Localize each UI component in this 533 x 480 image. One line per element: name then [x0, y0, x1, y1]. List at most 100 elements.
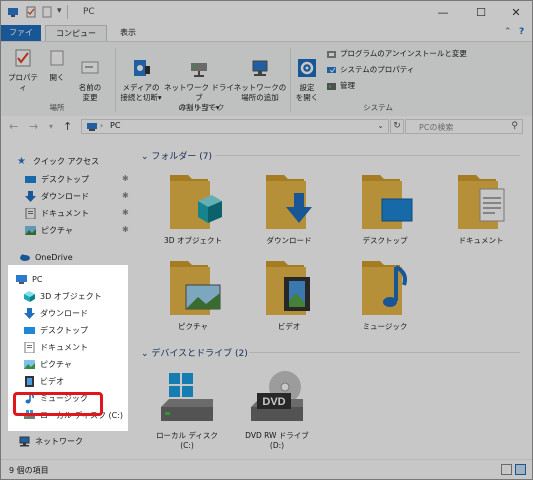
nav-pc-label: ピクチャ — [40, 360, 72, 369]
pin-icon[interactable]: ✱ — [122, 191, 129, 200]
help-icon[interactable]: ? — [519, 27, 524, 37]
folder-label: ミュージック — [362, 322, 408, 331]
nav-qa-label: ダウンロード — [41, 192, 89, 201]
ribbon-panel: プロパティ 開く 名前の 変更 場所 メディアの 接続と切断▾ ネットワーク ド… — [1, 41, 532, 117]
folder-3d-objects[interactable]: 3D オブジェクト — [153, 171, 233, 255]
large-icons-view-button[interactable] — [515, 464, 526, 475]
drive-d[interactable]: DVD DVD RW ドライブ (D:) — [235, 369, 319, 451]
group-label-system: システム — [363, 103, 393, 112]
address-path[interactable]: PC — [110, 121, 120, 130]
search-icon[interactable]: ⚲ — [511, 121, 518, 131]
ribbon-collapse-icon[interactable]: ⌃ — [504, 27, 512, 37]
desktop-icon — [25, 176, 36, 183]
downloads-folder-icon — [266, 175, 312, 229]
rename-icon — [81, 61, 99, 74]
devices-header-label: デバイスとドライブ (2) — [151, 349, 248, 359]
add-location-label: ネットワークの 場所の追加 — [233, 83, 287, 102]
3d-objects-folder-icon — [170, 175, 222, 229]
nav-quick-access-label: クイック アクセス — [33, 157, 100, 166]
chevron-down-icon: ⌄ — [141, 152, 152, 162]
title-bar: ▾ PC — ☐ ✕ — [1, 1, 532, 25]
dvd-drive-icon: DVD — [251, 371, 303, 421]
network-drive-icon — [191, 63, 207, 77]
nav-pc-label: デスクトップ — [40, 326, 88, 335]
item-count: 9 個の項目 — [9, 466, 49, 475]
pin-icon[interactable]: ✱ — [122, 225, 129, 234]
drive-c-letter: (C:) — [180, 441, 194, 450]
drive-c[interactable]: ローカル ディスク (C:) — [145, 369, 229, 451]
nav-pc-label: PC — [32, 275, 43, 284]
uninstall-icon — [327, 50, 336, 58]
search-box[interactable]: PCの検索 ⚲ — [405, 119, 523, 134]
tab-file[interactable]: ファイル — [1, 25, 41, 53]
minimize-button[interactable]: — — [425, 1, 461, 25]
gear-icon — [298, 59, 316, 77]
nav-qa-label: デスクトップ — [41, 175, 89, 184]
download-arrow-icon — [25, 191, 36, 202]
document-icon — [25, 208, 36, 219]
film-icon — [25, 376, 34, 387]
new-folder-quick-icon[interactable] — [41, 6, 53, 18]
chevron-down-icon: ⌄ — [141, 349, 152, 359]
system-properties-button[interactable]: システムのプロパティ — [327, 65, 414, 75]
recent-dropdown-icon[interactable]: ▾ — [49, 122, 53, 131]
tab-computer[interactable]: コンピューター — [45, 25, 107, 54]
drive-d-name: DVD RW ドライブ — [245, 431, 309, 440]
cube-icon — [24, 291, 35, 302]
open-button[interactable]: 開く — [45, 48, 69, 83]
folder-documents[interactable]: ドキュメント — [441, 171, 521, 255]
forward-icon[interactable]: → — [29, 120, 38, 133]
uninstall-program-button[interactable]: プログラムのアンインストールと変更 — [327, 49, 467, 59]
folder-music[interactable]: ミュージック — [345, 257, 425, 341]
open-label: 開く — [49, 73, 65, 82]
nav-pc-label: 3D オブジェクト — [40, 292, 102, 301]
folders-section-header[interactable]: ⌄ フォルダー (7) — [141, 149, 212, 162]
devices-section-header[interactable]: ⌄ デバイスとドライブ (2) — [141, 346, 248, 359]
folder-downloads[interactable]: ダウンロード — [249, 171, 329, 255]
nav-qa-label: ピクチャ — [41, 226, 73, 235]
up-icon[interactable]: ↑ — [63, 120, 72, 133]
quick-access-dropdown[interactable]: ▾ — [57, 6, 62, 16]
pin-icon[interactable]: ✱ — [122, 208, 129, 217]
pictures-icon — [25, 226, 36, 235]
properties-quick-icon[interactable] — [25, 6, 37, 18]
manage-label: 管理 — [340, 81, 355, 90]
refresh-button[interactable]: ↻ — [390, 119, 404, 134]
nav-onedrive-label: OneDrive — [35, 253, 73, 262]
section-divider — [249, 352, 520, 353]
properties-button[interactable]: プロパティ — [5, 48, 41, 93]
section-divider — [215, 155, 520, 156]
title-divider — [67, 5, 68, 19]
address-bar[interactable]: › PC ⌄ — [81, 119, 389, 134]
uninstall-label: プログラムのアンインストールと変更 — [340, 49, 467, 58]
pc-address-icon — [87, 123, 97, 131]
ribbon-separator — [290, 48, 291, 112]
music-highlight-box — [13, 392, 103, 416]
tab-view[interactable]: 表示 — [111, 25, 145, 41]
desktop-folder-icon — [362, 175, 413, 229]
window-title: PC — [83, 7, 95, 17]
document-icon — [24, 342, 35, 353]
manage-button[interactable]: 管理 — [327, 81, 355, 91]
content-pane: ⌄ フォルダー (7) 3D オブジェクト ダウンロード デスクトップ ドキュメ… — [137, 141, 532, 459]
folder-label: デスクトップ — [362, 236, 408, 245]
folder-pictures[interactable]: ピクチャ — [153, 257, 233, 341]
folder-videos[interactable]: ビデオ — [249, 257, 329, 341]
cloud-icon — [20, 254, 30, 261]
sys-props-label: システムのプロパティ — [340, 65, 415, 74]
group-label-network: ネットワーク — [179, 103, 225, 112]
properties-label: プロパティ — [8, 73, 38, 92]
folder-desktop[interactable]: デスクトップ — [345, 171, 425, 255]
pin-icon[interactable]: ✱ — [122, 174, 129, 183]
address-dropdown-icon[interactable]: ⌄ — [377, 121, 384, 130]
music-folder-icon — [362, 261, 407, 315]
maximize-button[interactable]: ☐ — [463, 1, 499, 25]
drive-d-letter: (D:) — [269, 441, 285, 450]
status-bar: 9 個の項目 — [1, 459, 532, 479]
details-view-button[interactable] — [501, 464, 512, 475]
settings-label: 設定 を開く — [295, 83, 319, 102]
properties-icon — [15, 49, 31, 67]
media-label: メディアの 接続と切断▾ — [120, 83, 162, 102]
back-icon[interactable]: ← — [9, 120, 18, 133]
close-button[interactable]: ✕ — [498, 1, 532, 25]
